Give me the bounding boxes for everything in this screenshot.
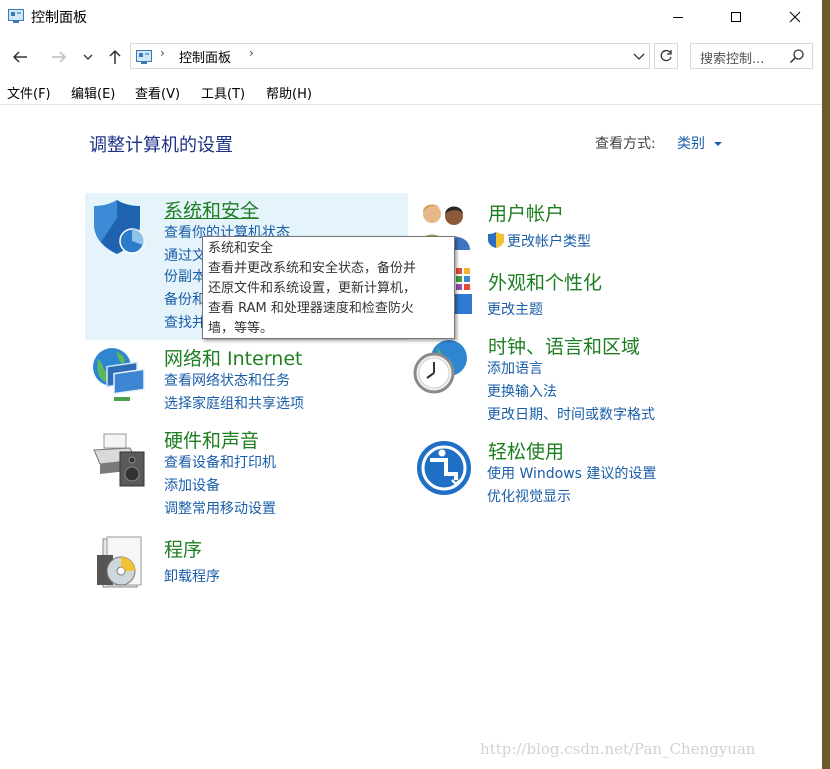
uac-shield-icon: [487, 231, 505, 253]
up-button[interactable]: [102, 44, 128, 70]
menu-help[interactable]: 帮助(H): [266, 83, 312, 102]
control-panel-icon: [8, 8, 24, 23]
category-user-accounts[interactable]: 用户帐户: [488, 199, 564, 226]
ease-of-access-icon[interactable]: [416, 440, 471, 496]
category-hardware-sound[interactable]: 硬件和声音: [164, 426, 259, 453]
link-system-security-5[interactable]: 查找并: [164, 312, 206, 332]
arrow-up-icon: [109, 49, 121, 64]
window-title: 控制面板: [31, 10, 87, 26]
link-mobility-settings[interactable]: 调整常用移动设置: [164, 498, 276, 518]
menu-edit[interactable]: 编辑(E): [71, 83, 115, 102]
tooltip-line: 查看 RAM 和处理器速度和检查防火: [208, 301, 414, 316]
tooltip-line: 还原文件和系统设置，更新计算机，: [208, 281, 417, 296]
arrow-left-icon: [12, 51, 27, 63]
close-button[interactable]: [772, 0, 818, 33]
link-add-language[interactable]: 添加语言: [487, 358, 543, 378]
tooltip-title: 系统和安全: [208, 241, 274, 256]
recent-locations-button[interactable]: [78, 44, 98, 70]
link-system-security-2[interactable]: 通过文: [164, 245, 206, 265]
menu-view[interactable]: 查看(V): [135, 83, 180, 102]
caret-down-icon: [714, 142, 723, 146]
search-input[interactable]: 搜索控制...: [700, 48, 764, 67]
link-optimize-visual-display[interactable]: 优化视觉显示: [487, 486, 571, 506]
tooltip-line: 查看并更改系统和安全状态，备份并: [208, 261, 417, 276]
clock-globe-icon[interactable]: [413, 338, 467, 394]
link-view-network-status[interactable]: 查看网络状态和任务: [164, 370, 290, 390]
view-by-dropdown[interactable]: 类别: [677, 133, 723, 153]
chevron-right-icon[interactable]: ›: [160, 46, 165, 60]
title-bar: 控制面板: [0, 0, 822, 33]
background-strip: [822, 0, 830, 769]
maximize-icon: [731, 11, 741, 22]
category-programs[interactable]: 程序: [164, 535, 202, 562]
control-panel-icon: [136, 49, 152, 64]
category-ease-of-access[interactable]: 轻松使用: [488, 437, 564, 464]
link-change-input-method[interactable]: 更换输入法: [487, 381, 557, 401]
address-dropdown-button[interactable]: [632, 46, 646, 70]
menu-tools[interactable]: 工具(T): [201, 83, 245, 102]
refresh-button[interactable]: [654, 43, 678, 69]
tooltip: 系统和安全 查看并更改系统和安全状态，备份并 还原文件和系统设置，更新计算机， …: [202, 236, 455, 339]
shield-icon[interactable]: [91, 198, 145, 254]
watermark: http://blog.csdn.net/Pan_Chengyuan: [480, 740, 756, 758]
link-change-date-time-format[interactable]: 更改日期、时间或数字格式: [487, 404, 655, 424]
chevron-right-icon[interactable]: ›: [249, 46, 254, 60]
chevron-down-icon: [633, 53, 645, 60]
category-appearance[interactable]: 外观和个性化: [488, 268, 602, 295]
view-by-label: 查看方式:: [595, 136, 656, 152]
network-globe-icon[interactable]: [90, 345, 145, 401]
link-add-device[interactable]: 添加设备: [164, 475, 220, 495]
minimize-button[interactable]: [655, 0, 701, 33]
category-system-security[interactable]: 系统和安全: [164, 196, 259, 223]
address-path[interactable]: 控制面板: [179, 47, 231, 66]
maximize-button[interactable]: [713, 0, 759, 33]
link-devices-printers[interactable]: 查看设备和打印机: [164, 452, 276, 472]
link-homegroup-sharing[interactable]: 选择家庭组和共享选项: [164, 393, 304, 413]
minimize-icon: [673, 16, 683, 18]
refresh-icon: [660, 49, 672, 62]
menu-bar: 文件(F) 编辑(E) 查看(V) 工具(T) 帮助(H): [0, 80, 822, 105]
link-change-account-type[interactable]: 更改帐户类型: [507, 231, 591, 251]
chevron-down-icon: [83, 54, 93, 60]
category-network-internet[interactable]: 网络和 Internet: [164, 344, 302, 371]
search-icon[interactable]: [789, 48, 805, 68]
arrow-right-icon: [52, 51, 67, 63]
link-system-security-4[interactable]: 备份和: [164, 289, 206, 309]
menu-file[interactable]: 文件(F): [7, 83, 51, 102]
forward-button[interactable]: [46, 44, 72, 70]
printer-speaker-icon[interactable]: [90, 430, 145, 487]
link-uninstall-program[interactable]: 卸载程序: [164, 566, 220, 586]
search-box[interactable]: 搜索控制...: [690, 43, 813, 69]
tooltip-line: 墙，等等。: [208, 321, 274, 336]
close-icon: [789, 11, 801, 22]
link-system-security-3[interactable]: 份副本: [164, 266, 206, 286]
back-button[interactable]: [7, 44, 33, 70]
programs-disc-icon[interactable]: [93, 535, 145, 591]
page-title: 调整计算机的设置: [89, 135, 233, 156]
view-by-value[interactable]: 类别: [677, 136, 705, 152]
appearance-icon[interactable]: [452, 266, 474, 322]
link-change-theme[interactable]: 更改主题: [487, 299, 543, 319]
link-windows-recommended-settings[interactable]: 使用 Windows 建议的设置: [487, 463, 656, 483]
category-clock-language-region[interactable]: 时钟、语言和区域: [488, 332, 640, 359]
address-bar[interactable]: › 控制面板 ›: [130, 43, 650, 69]
